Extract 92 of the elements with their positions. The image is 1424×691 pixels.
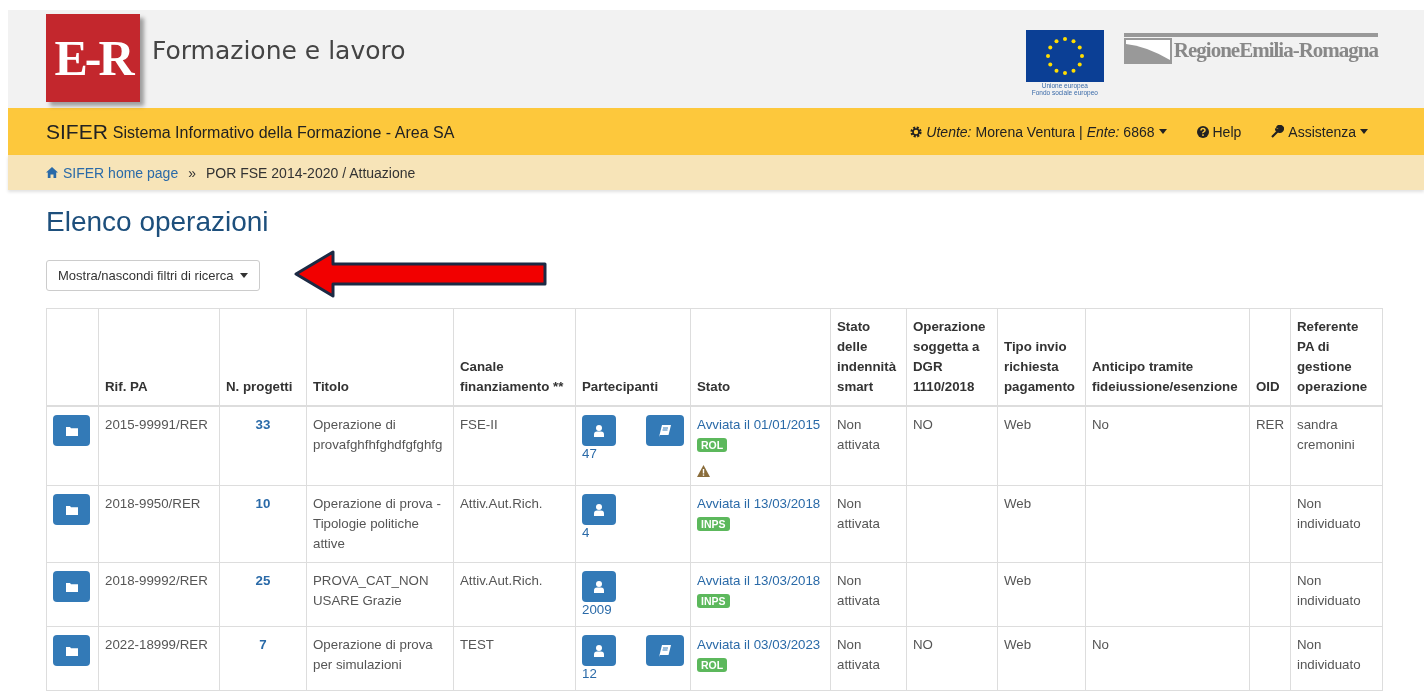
table-cell: Non attivata — [837, 417, 880, 452]
filter-toggle-button[interactable]: Mostra/nascondi filtri di ricerca — [46, 260, 260, 291]
table-cell: Attiv.Aut.Rich. — [460, 573, 543, 588]
status-tag: ROL — [697, 658, 728, 672]
system-subtitle: Sistema Informativo della Formazione - Area SA — [112, 124, 456, 142]
status-link[interactable]: Avviata il 01/01/2015 — [697, 415, 824, 435]
table-cell: Non individuato — [1297, 573, 1361, 608]
book-icon — [659, 424, 671, 437]
table-cell: Non individuato — [1297, 496, 1361, 531]
help-link[interactable]: Help — [1196, 123, 1242, 140]
status-tag: ROL — [697, 438, 728, 452]
breadcrumb-current: POR FSE 2014-2020 / Attuazione — [205, 164, 416, 181]
participants-button[interactable] — [582, 415, 616, 446]
table-cell: Non attivata — [837, 637, 880, 672]
column-header: Stato — [690, 308, 831, 406]
table-cell: RER — [1256, 417, 1285, 432]
table-cell: Operazione di prova per simulazioni — [313, 637, 433, 672]
user-icon — [594, 644, 604, 657]
table-cell: 2018-99992/RER — [105, 573, 208, 588]
table-cell: Attiv.Aut.Rich. — [460, 496, 543, 511]
caret-icon — [1158, 129, 1167, 134]
table-cell: Web — [1004, 637, 1032, 652]
column-header: Tipo invio richiesta pagamento — [997, 308, 1086, 406]
status-link[interactable]: Avviata il 13/03/2018 — [697, 571, 824, 591]
table-cell: 2022-18999/RER — [105, 637, 208, 652]
column-header: Stato delle indennità smart — [830, 308, 907, 406]
column-header: Operazione soggetta a DGR 1110/2018 — [906, 308, 998, 406]
brand: SIFER — [46, 119, 108, 144]
table-cell: Operazione di prova - Tipologie politiche attive — [313, 496, 441, 551]
folder-icon — [65, 425, 78, 436]
region-logo-text: RegioneEmilia-Romagna — [1173, 38, 1378, 63]
table-cell: 2015-99991/RER — [105, 417, 208, 432]
user-icon — [594, 503, 604, 516]
status-tag: INPS — [697, 517, 730, 531]
status-link[interactable]: Avviata il 13/03/2018 — [697, 494, 824, 514]
user-icon — [594, 424, 604, 437]
table-cell: No — [1092, 417, 1109, 432]
document-button[interactable] — [646, 415, 684, 446]
open-folder-button[interactable] — [53, 635, 90, 666]
table-cell: Web — [1004, 496, 1032, 511]
table-cell: 2018-9950/RER — [105, 496, 201, 511]
participants-button[interactable] — [582, 571, 616, 602]
breadcrumb-separator: » — [188, 164, 196, 181]
table-cell: FSE-II — [460, 417, 498, 432]
table-cell: Web — [1004, 417, 1032, 432]
document-button[interactable] — [646, 635, 684, 666]
page-title: Elenco operazioni — [46, 206, 270, 238]
eu-flag-icon — [1025, 29, 1104, 82]
table-cell: Non individuato — [1297, 637, 1361, 672]
logo: E-R — [46, 14, 140, 102]
book-icon — [659, 644, 671, 657]
column-header: Partecipanti — [575, 308, 691, 406]
folder-icon — [65, 645, 78, 656]
table-cell: Non attivata — [837, 496, 880, 531]
table-cell: Web — [1004, 573, 1032, 588]
folder-icon — [65, 581, 78, 592]
open-folder-button[interactable] — [53, 571, 90, 602]
caret-icon — [239, 273, 248, 278]
home-icon — [46, 167, 58, 178]
folder-icon — [65, 504, 78, 515]
column-header: Rif. PA — [98, 308, 220, 406]
breadcrumb-link[interactable]: SIFER home page — [46, 164, 179, 181]
status-link[interactable]: Avviata il 03/03/2023 — [697, 635, 824, 655]
site-title: Formazione e lavoro — [152, 35, 407, 65]
table-cell: No — [1092, 637, 1109, 652]
column-header: N. progetti — [219, 308, 307, 406]
column-header: Titolo — [306, 308, 454, 406]
participants-count-link[interactable]: 47 — [582, 446, 684, 462]
table-cell: PROVA_CAT_NON USARE Grazie — [313, 573, 429, 608]
table-cell: Non attivata — [837, 573, 880, 608]
table-cell: NO — [913, 417, 933, 432]
help-icon — [1196, 125, 1209, 138]
user-menu[interactable]: Utente: Morena Ventura | Ente: 6868 — [910, 123, 1167, 140]
user-icon — [594, 580, 604, 593]
status-tag: INPS — [697, 594, 730, 608]
table-cell: Operazione di provafghfhfghdfgfghfg — [313, 417, 443, 452]
open-folder-button[interactable] — [53, 415, 90, 446]
warning-icon — [697, 465, 710, 477]
settings-icon — [910, 125, 923, 138]
table-cell: TEST — [460, 637, 494, 652]
column-header: Referente PA di gestione operazione — [1290, 308, 1383, 406]
column-header: OID — [1249, 308, 1291, 406]
table-cell: sandra cremonini — [1297, 417, 1355, 452]
column-header: Anticipo tramite fideiussione/esenzione — [1085, 308, 1250, 406]
participants-button[interactable] — [582, 635, 616, 666]
open-folder-button[interactable] — [53, 494, 90, 525]
table-cell: NO — [913, 637, 933, 652]
assistance-menu[interactable]: Assistenza — [1271, 123, 1368, 140]
column-header: Canale finanziamento ** — [453, 308, 576, 406]
participants-count-link[interactable]: 4 — [582, 525, 684, 541]
participants-button[interactable] — [582, 494, 616, 525]
caret-icon — [1360, 129, 1368, 134]
